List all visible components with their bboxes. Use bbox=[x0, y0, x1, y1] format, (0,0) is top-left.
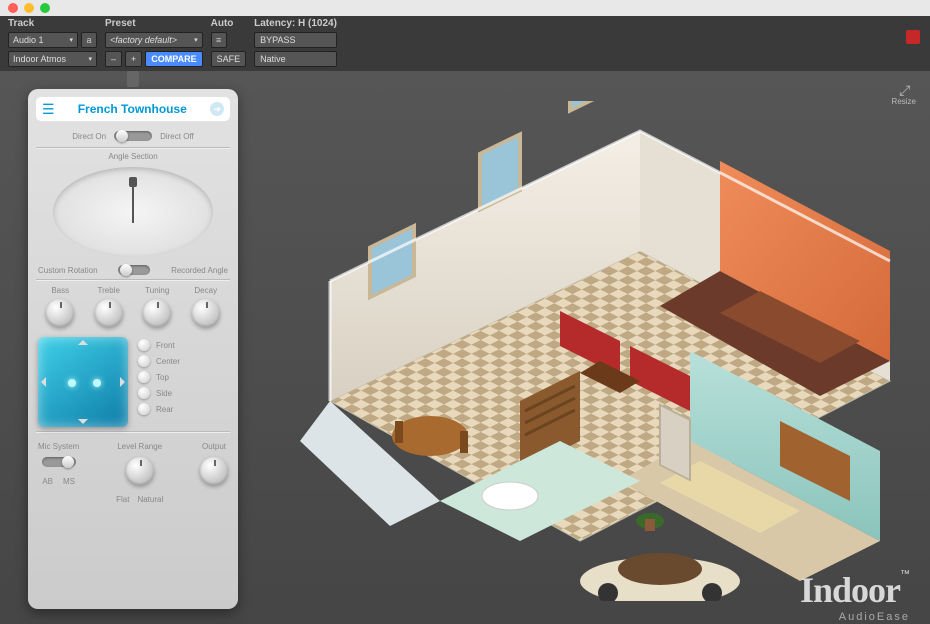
divider bbox=[36, 279, 230, 280]
room-3d-view[interactable] bbox=[260, 101, 900, 601]
side-radio[interactable] bbox=[138, 387, 150, 399]
latency-label: Latency: H (1024) bbox=[254, 18, 337, 29]
arrow-up-icon[interactable] bbox=[78, 335, 88, 345]
window-titlebar bbox=[0, 0, 930, 16]
mic-system-slider[interactable] bbox=[42, 457, 76, 467]
minimize-traffic-light[interactable] bbox=[24, 3, 34, 13]
ms-label: MS bbox=[63, 477, 75, 486]
tuning-knob[interactable] bbox=[143, 299, 171, 327]
front-radio[interactable] bbox=[138, 339, 150, 351]
output-knob[interactable] bbox=[200, 457, 228, 485]
zoom-traffic-light[interactable] bbox=[40, 3, 50, 13]
bass-knob[interactable] bbox=[46, 299, 74, 327]
direct-slider[interactable] bbox=[114, 131, 152, 141]
resize-icon: ⤢ bbox=[892, 83, 916, 97]
compare-button[interactable]: COMPARE bbox=[145, 51, 202, 67]
rear-label: Rear bbox=[156, 405, 173, 414]
flat-label: Flat bbox=[116, 495, 129, 504]
position-radio-group: Front Center Top Side Rear bbox=[138, 337, 180, 415]
arrow-left-icon[interactable] bbox=[36, 377, 46, 387]
native-button[interactable]: Native bbox=[254, 51, 337, 67]
safe-button[interactable]: SAFE bbox=[211, 51, 247, 67]
plugin-main-area: ⤢ Resize ☰ French Townhouse ➔ Direct On … bbox=[0, 71, 930, 624]
angle-picker[interactable] bbox=[53, 167, 213, 257]
preset-select[interactable]: <factory default> ▾ bbox=[105, 32, 203, 48]
camera-icon[interactable] bbox=[127, 71, 139, 87]
level-range-label: Level Range bbox=[117, 442, 162, 451]
brand-subtitle: AudioEase bbox=[800, 611, 910, 623]
recorded-angle-label: Recorded Angle bbox=[171, 266, 228, 275]
room-preset-name[interactable]: French Townhouse bbox=[63, 102, 202, 116]
track-label: Track bbox=[8, 18, 97, 29]
bypass-button[interactable]: BYPASS bbox=[254, 32, 337, 48]
direct-off-label: Direct Off bbox=[160, 132, 194, 141]
plugin-toolbar: Track Audio 1 ▾ a Indoor Atmos ▾ Preset … bbox=[0, 16, 930, 71]
arrow-right-icon[interactable] bbox=[120, 377, 130, 387]
room-preset-bar: ☰ French Townhouse ➔ bbox=[36, 97, 230, 121]
insert-select-value: Indoor Atmos bbox=[13, 54, 66, 64]
mic-system-knob[interactable] bbox=[62, 456, 74, 468]
custom-rotation-label: Custom Rotation bbox=[38, 266, 98, 275]
decay-label: Decay bbox=[194, 286, 217, 295]
preset-select-value: <factory default> bbox=[110, 35, 177, 45]
tuning-label: Tuning bbox=[145, 286, 169, 295]
close-traffic-light[interactable] bbox=[8, 3, 18, 13]
treble-knob[interactable] bbox=[95, 299, 123, 327]
track-select-value: Audio 1 bbox=[13, 35, 44, 45]
position-dot[interactable] bbox=[93, 379, 101, 387]
ab-label: AB bbox=[42, 477, 53, 486]
position-cube[interactable] bbox=[38, 337, 128, 427]
output-label: Output bbox=[202, 442, 226, 451]
trademark-symbol: ™ bbox=[900, 569, 910, 580]
direct-slider-knob[interactable] bbox=[116, 130, 128, 142]
insert-select[interactable]: Indoor Atmos ▾ bbox=[8, 51, 97, 67]
bass-label: Bass bbox=[51, 286, 69, 295]
angle-section-label: Angle Section bbox=[36, 152, 230, 161]
mic-system-label: Mic System bbox=[38, 442, 79, 451]
front-label: Front bbox=[156, 341, 175, 350]
top-radio[interactable] bbox=[138, 371, 150, 383]
level-range-knob[interactable] bbox=[126, 457, 154, 485]
chevron-down-icon: ▾ bbox=[194, 36, 198, 44]
direct-on-label: Direct On bbox=[72, 132, 106, 141]
chevron-down-icon: ▾ bbox=[88, 55, 92, 63]
record-indicator[interactable] bbox=[906, 30, 920, 44]
arrow-down-icon[interactable] bbox=[78, 419, 88, 429]
side-label: Side bbox=[156, 389, 172, 398]
rotation-slider-knob[interactable] bbox=[120, 264, 132, 276]
preset-prev-button[interactable]: – bbox=[105, 51, 122, 67]
brand-logo: Indoor™ AudioEase bbox=[800, 569, 910, 623]
microphone-icon[interactable] bbox=[132, 183, 134, 223]
preset-next-button[interactable]: + bbox=[125, 51, 142, 67]
rotation-slider[interactable] bbox=[118, 265, 150, 275]
auto-menu-button[interactable]: ≡ bbox=[211, 32, 227, 48]
brand-name: Indoor bbox=[800, 570, 900, 610]
chevron-down-icon: ▾ bbox=[69, 36, 73, 44]
center-label: Center bbox=[156, 357, 180, 366]
position-dot[interactable] bbox=[68, 379, 76, 387]
treble-label: Treble bbox=[98, 286, 120, 295]
hamburger-icon[interactable]: ☰ bbox=[42, 102, 55, 116]
track-link-button[interactable]: a bbox=[81, 32, 97, 48]
control-panel: ☰ French Townhouse ➔ Direct On Direct Of… bbox=[28, 89, 238, 609]
rear-radio[interactable] bbox=[138, 403, 150, 415]
decay-knob[interactable] bbox=[192, 299, 220, 327]
top-label: Top bbox=[156, 373, 169, 382]
track-select[interactable]: Audio 1 ▾ bbox=[8, 32, 78, 48]
divider bbox=[36, 147, 230, 148]
center-radio[interactable] bbox=[138, 355, 150, 367]
natural-label: Natural bbox=[137, 495, 163, 504]
preset-next-icon[interactable]: ➔ bbox=[210, 102, 224, 116]
divider bbox=[36, 431, 230, 432]
auto-label: Auto bbox=[211, 18, 247, 29]
preset-label: Preset bbox=[105, 18, 203, 29]
